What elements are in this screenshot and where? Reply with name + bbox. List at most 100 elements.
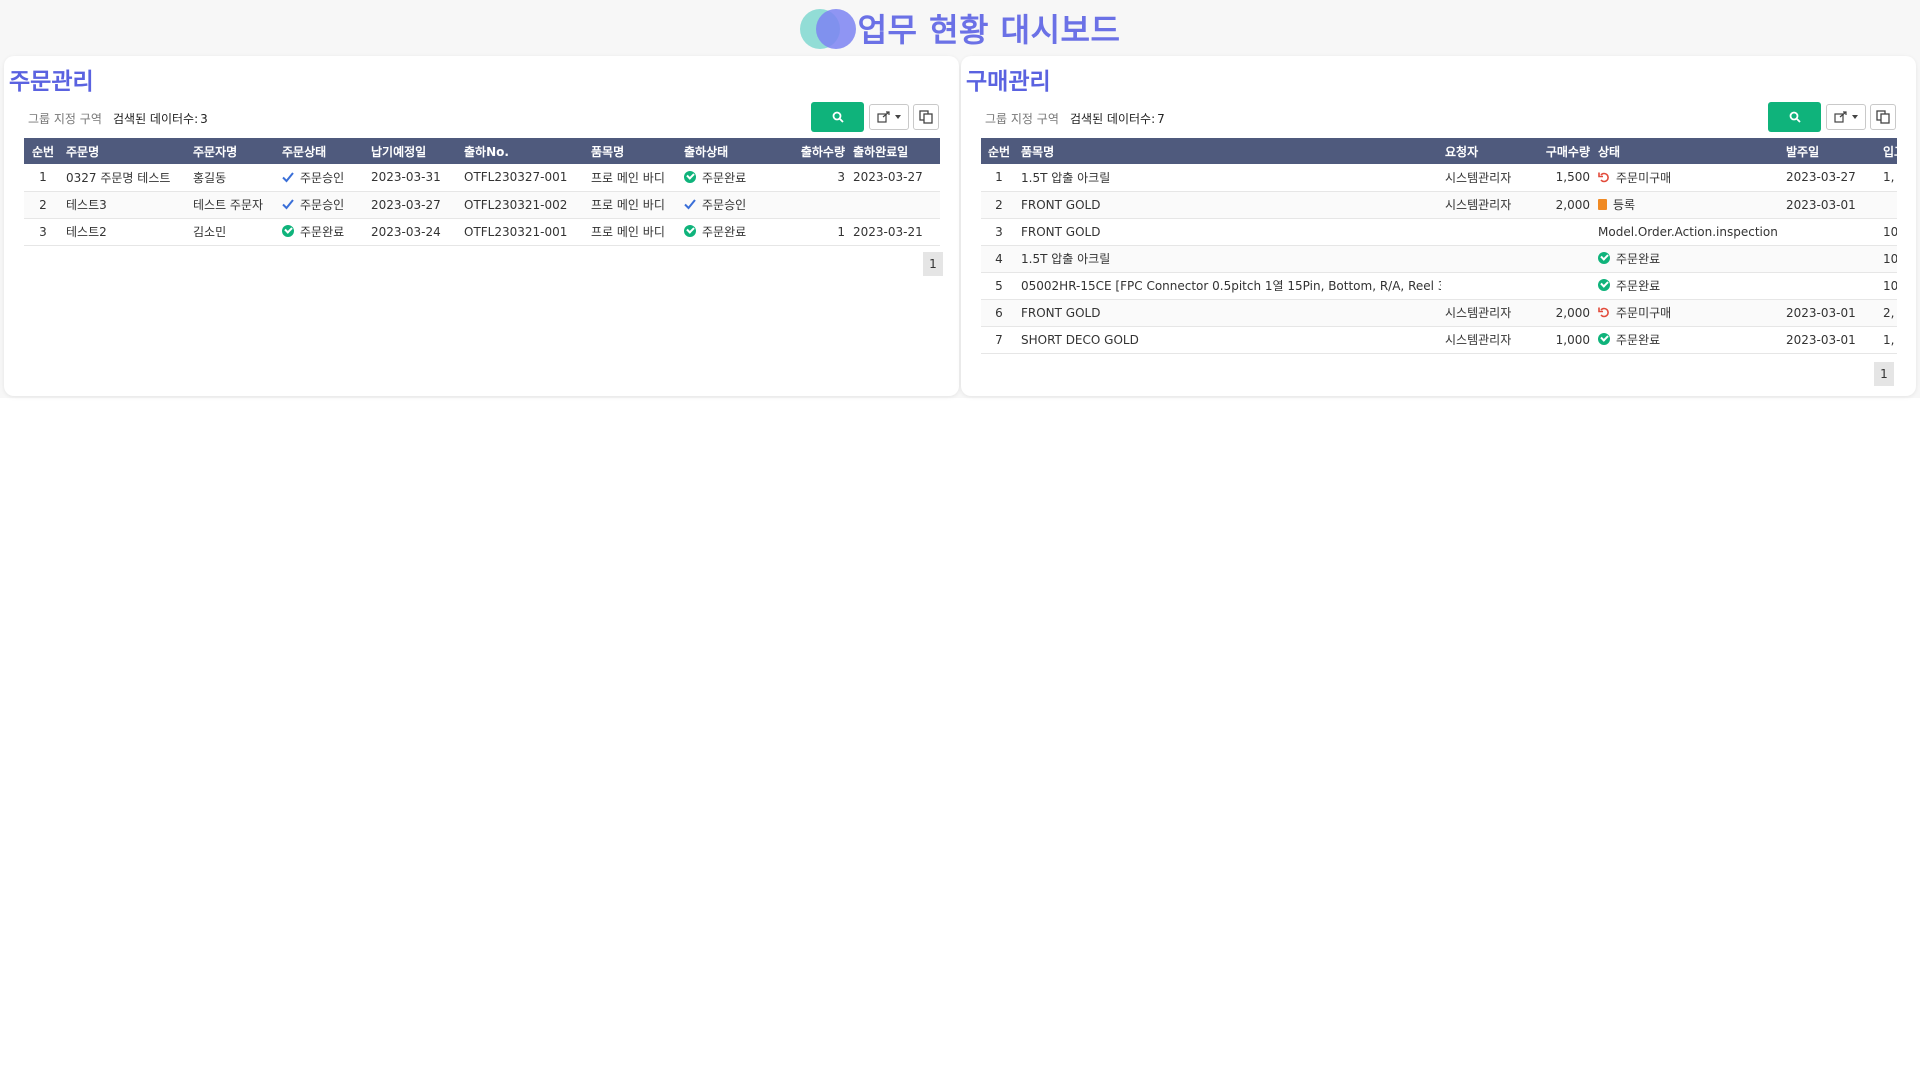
cell-ship-no: OTFL230321-002 xyxy=(460,191,587,219)
copy-button[interactable] xyxy=(1870,104,1896,130)
export-dropdown-button[interactable] xyxy=(869,104,909,130)
table-row[interactable]: 3 테스트2 김소민 주문완료 2023-03-24 OTFL230321-00… xyxy=(24,218,940,246)
cell-ship-no: OTFL230327-001 xyxy=(460,164,587,192)
cell-item: SHORT DECO GOLD xyxy=(1017,326,1441,354)
cell-item: FRONT GOLD xyxy=(1017,299,1441,327)
search-button[interactable] xyxy=(1768,102,1821,132)
column-header[interactable]: 출하상태 xyxy=(680,138,767,164)
pagination-page-button[interactable]: 1 xyxy=(923,252,943,276)
table-row[interactable]: 6 FRONT GOLD 시스템관리자 2,000 주문미구매 2023-03-… xyxy=(981,299,1897,327)
cell-item: FRONT GOLD xyxy=(1017,218,1441,246)
cell-ship-no: OTFL230321-001 xyxy=(460,218,587,246)
cell-qty: 1,000 xyxy=(1524,326,1594,354)
cell-item: 프로 메인 바디 xyxy=(587,164,680,192)
column-header[interactable]: 출하No. xyxy=(460,138,587,164)
cell-item: 프로 메인 바디 xyxy=(587,218,680,246)
cell-requester xyxy=(1441,245,1524,273)
column-header[interactable]: 출하완료일 xyxy=(849,138,940,164)
cell-no: 3 xyxy=(981,218,1017,246)
cell-ship-done-date: 2023-03-21 xyxy=(849,218,940,246)
cell-item: 프로 메인 바디 xyxy=(587,191,680,219)
cell-order-status: 주문완료 xyxy=(278,218,367,246)
cell-item: FRONT GOLD xyxy=(1017,191,1441,219)
table-header-row: 순번 주문명 주문자명 주문상태 납기예정일 출하No. 품목명 출하상태 출하… xyxy=(24,138,940,164)
table-row[interactable]: 2 FRONT GOLD 시스템관리자 2,000 등록 2023-03-01 xyxy=(981,191,1897,219)
table-row[interactable]: 1 0327 주문명 테스트 홍길동 주문승인 2023-03-31 OTFL2… xyxy=(24,164,940,192)
table-row[interactable]: 1 1.5T 압출 아크릴 시스템관리자 1,500 주문미구매 2023-03… xyxy=(981,164,1897,192)
cell-due-date: 2023-03-27 xyxy=(367,191,460,219)
cell-qty xyxy=(1524,272,1594,300)
order-panel: 주문관리 그룹 지정 구역 검색된 데이터수: 3 순번 주문명 주문자명 주문상… xyxy=(4,56,959,396)
cell-requester: 시스템관리자 xyxy=(1441,164,1524,192)
cell-item: 05002HR-15CE [FPC Connector 0.5pitch 1열 … xyxy=(1017,272,1441,300)
column-header[interactable]: 순번 xyxy=(981,138,1017,164)
cell-status: Model.Order.Action.inspection xyxy=(1594,218,1782,246)
cell-inbound: 1, xyxy=(1879,164,1897,192)
order-grid-toolbar: 그룹 지정 구역 검색된 데이터수: 3 xyxy=(24,102,939,132)
table-row[interactable]: 2 테스트3 테스트 주문자 주문승인 2023-03-27 OTFL23032… xyxy=(24,191,940,219)
cell-status: 주문미구매 xyxy=(1594,299,1782,327)
cell-due-date: 2023-03-31 xyxy=(367,164,460,192)
cell-order-date: 2023-03-27 xyxy=(1782,164,1879,192)
column-header[interactable]: 순번 xyxy=(24,138,62,164)
table-row[interactable]: 7 SHORT DECO GOLD 시스템관리자 1,000 주문완료 2023… xyxy=(981,326,1897,354)
search-icon xyxy=(832,111,844,123)
done-icon xyxy=(1598,333,1610,346)
cell-order-name: 테스트3 xyxy=(62,191,189,219)
group-drop-area[interactable]: 그룹 지정 구역 xyxy=(28,110,102,127)
column-header[interactable]: 주문자명 xyxy=(189,138,278,164)
copy-icon xyxy=(1876,110,1890,124)
page-title: 업무 현황 대시보드 xyxy=(857,11,1121,49)
cell-qty xyxy=(1524,218,1594,246)
check-icon xyxy=(684,199,696,210)
logo xyxy=(799,7,856,49)
pagination-page-button[interactable]: 1 xyxy=(1874,362,1894,386)
column-header[interactable]: 입고 xyxy=(1879,138,1897,164)
caret-down-icon xyxy=(894,115,901,119)
column-header[interactable]: 주문상태 xyxy=(278,138,367,164)
column-header[interactable]: 품목명 xyxy=(1017,138,1441,164)
table-row[interactable]: 5 05002HR-15CE [FPC Connector 0.5pitch 1… xyxy=(981,272,1897,300)
cell-ship-status: 주문완료 xyxy=(680,218,767,246)
column-header[interactable]: 발주일 xyxy=(1782,138,1879,164)
cell-order-status: 주문승인 xyxy=(278,191,367,219)
cell-ship-status: 주문승인 xyxy=(680,191,767,219)
cell-order-name: 0327 주문명 테스트 xyxy=(62,164,189,192)
column-header[interactable]: 납기예정일 xyxy=(367,138,460,164)
cell-no: 4 xyxy=(981,245,1017,273)
cell-orderer: 홍길동 xyxy=(189,164,278,192)
cell-ship-qty: 1 xyxy=(767,218,849,246)
column-header[interactable]: 품목명 xyxy=(587,138,680,164)
cell-no: 5 xyxy=(981,272,1017,300)
cell-requester xyxy=(1441,218,1524,246)
cell-status: 주문미구매 xyxy=(1594,164,1782,192)
done-icon xyxy=(684,225,696,238)
table-row[interactable]: 3 FRONT GOLD Model.Order.Action.inspecti… xyxy=(981,218,1897,246)
done-icon xyxy=(684,171,696,183)
column-header[interactable]: 구매수량 xyxy=(1524,138,1594,164)
cell-order-status: 주문승인 xyxy=(278,164,367,192)
column-header[interactable]: 상태 xyxy=(1594,138,1782,164)
cell-no: 1 xyxy=(24,164,62,192)
column-header[interactable]: 출하수량 xyxy=(767,138,849,164)
search-button[interactable] xyxy=(811,102,864,132)
group-drop-area[interactable]: 그룹 지정 구역 xyxy=(985,110,1059,127)
cell-order-date: 2023-03-01 xyxy=(1782,191,1879,219)
cell-ship-qty xyxy=(767,191,849,219)
column-header[interactable]: 요청자 xyxy=(1441,138,1524,164)
column-header[interactable]: 주문명 xyxy=(62,138,189,164)
export-icon xyxy=(876,111,890,123)
export-dropdown-button[interactable] xyxy=(1826,104,1866,130)
cell-requester: 시스템관리자 xyxy=(1441,326,1524,354)
cell-order-date xyxy=(1782,245,1879,273)
purchase-grid-toolbar: 그룹 지정 구역 검색된 데이터수: 7 xyxy=(981,102,1896,132)
table-row[interactable]: 4 1.5T 압출 아크릴 주문완료 10, xyxy=(981,245,1897,273)
cell-ship-done-date: 2023-03-27 xyxy=(849,164,940,192)
copy-button[interactable] xyxy=(913,104,939,130)
check-icon xyxy=(282,172,294,183)
cell-requester xyxy=(1441,272,1524,300)
cell-order-date: 2023-03-01 xyxy=(1782,326,1879,354)
cell-inbound: 2, xyxy=(1879,299,1897,327)
cell-status: 주문완료 xyxy=(1594,326,1782,354)
cell-no: 1 xyxy=(981,164,1017,192)
